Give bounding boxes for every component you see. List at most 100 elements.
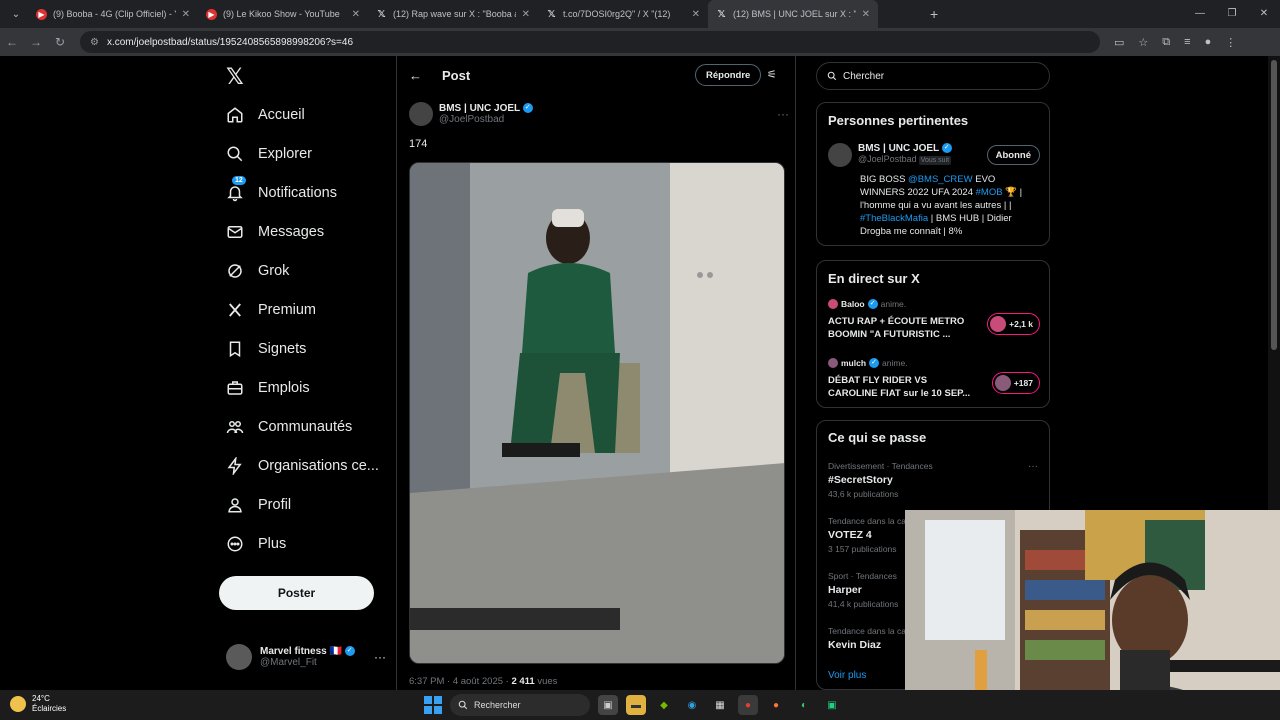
bio-link[interactable]: @BMS_CREW <box>908 174 973 185</box>
x-logo-icon[interactable]: 𝕏 <box>226 64 244 90</box>
taskbar-search[interactable]: Rechercher <box>450 694 590 716</box>
tab-search-icon[interactable]: ⌄ <box>4 4 28 24</box>
more-options-icon[interactable]: ··· <box>374 650 386 664</box>
file-explorer-icon[interactable]: ▬ <box>626 695 646 715</box>
browser-tab[interactable]: ▶ (9) Booba - 4G (Clip Officiel) - Y ✕ <box>28 0 198 28</box>
restore-icon[interactable]: ❐ <box>1216 0 1248 28</box>
nvidia-icon[interactable]: ◆ <box>654 695 674 715</box>
post-timestamp[interactable]: 6:37 PM · 4 août 2025 · <box>409 676 511 687</box>
weather-widget[interactable]: 24°C Éclaircies <box>10 694 66 714</box>
briefcase-icon <box>226 379 244 397</box>
nav-label: Explorer <box>258 146 312 162</box>
see-more-link[interactable]: Voir plus <box>828 670 866 681</box>
app-icon[interactable]: ◐ <box>794 695 814 715</box>
follows-you-badge: Vous suit <box>918 156 952 165</box>
reload-icon[interactable]: ↻ <box>48 35 72 49</box>
scrollbar-thumb[interactable] <box>1271 60 1277 350</box>
close-window-icon[interactable]: ✕ <box>1248 0 1280 28</box>
reply-button[interactable]: Répondre <box>695 64 762 86</box>
new-tab-button[interactable]: + <box>930 6 938 22</box>
x-icon: 𝕏 <box>547 8 556 20</box>
more-options-icon[interactable]: ··· <box>1028 461 1038 472</box>
nav-item-jobs[interactable]: Emplois <box>226 379 310 397</box>
browser-tab-active[interactable]: 𝕏 (12) BMS | UNC JOEL sur X : "1 ✕ <box>708 0 878 28</box>
relevant-person[interactable]: BMS | UNC JOEL ✓ @JoelPostbad Vous suit A… <box>828 143 1040 167</box>
live-listeners[interactable]: +187 <box>991 372 1040 394</box>
avatar[interactable] <box>409 102 433 126</box>
trend-item[interactable]: Divertissement · Tendances #SecretStory … <box>828 461 1040 499</box>
nav-item-more[interactable]: Plus <box>226 535 286 553</box>
author-handle[interactable]: @JoelPostbad <box>439 114 533 125</box>
chrome-icon[interactable]: ● <box>738 695 758 715</box>
close-icon[interactable]: ✕ <box>862 9 870 20</box>
grok-icon <box>226 262 244 280</box>
author-name[interactable]: BMS | UNC JOEL <box>439 103 520 114</box>
nav-item-notifications[interactable]: 12 Notifications <box>226 176 337 202</box>
search-placeholder: Chercher <box>843 70 885 82</box>
nav-item-communities[interactable]: Communautés <box>226 418 352 436</box>
back-icon[interactable]: ← <box>0 35 24 49</box>
nav-item-grok[interactable]: Grok <box>226 262 289 280</box>
cast-icon[interactable]: ▭ <box>1114 36 1124 49</box>
profile-icon[interactable]: ● <box>1205 36 1212 49</box>
search-icon <box>458 700 468 710</box>
search-input[interactable]: Chercher <box>816 62 1050 90</box>
nav-item-explore[interactable]: Explorer <box>226 145 312 163</box>
taskbar: 24°C Éclaircies Rechercher ▣ ▬ ◆ ◉ ▦ ● ● … <box>0 690 1280 720</box>
nav-label: Grok <box>258 263 290 279</box>
avatar[interactable] <box>828 143 852 167</box>
account-switcher[interactable]: Marvel fitness 🇫🇷 ✓ @Marvel_Fit ··· <box>226 644 386 670</box>
bio-link[interactable]: #MOB <box>976 187 1003 198</box>
minimize-icon[interactable]: — <box>1184 0 1216 28</box>
nav-label: Emplois <box>258 380 310 396</box>
browser-tab[interactable]: 𝕏 t.co/7DOSI0rg2Q" / X "(12) ✕ <box>538 0 708 28</box>
live-panel: En direct sur X Baloo ✓ anime. ACTU RAP + … <box>816 260 1050 408</box>
url-field[interactable]: ⚙ x.com/joelpostbad/status/1952408565898… <box>80 31 1100 53</box>
live-host-name: Baloo <box>841 299 865 309</box>
live-item[interactable]: Baloo ✓ anime. ACTU RAP + ÉCOUTE METRO BOO… <box>828 299 1040 341</box>
store-icon[interactable]: ▦ <box>710 695 730 715</box>
close-icon[interactable]: ✕ <box>522 9 530 20</box>
nav-item-bookmarks[interactable]: Signets <box>226 340 306 358</box>
live-listeners[interactable]: +2,1 k <box>987 313 1040 335</box>
close-icon[interactable]: ✕ <box>692 9 700 20</box>
nav-label: Organisations ce... <box>258 458 379 474</box>
windows-start-icon[interactable] <box>424 696 442 714</box>
bio-link[interactable]: #TheBlackMafia <box>860 213 928 224</box>
trend-category: Divertissement · Tendances <box>828 461 933 471</box>
panel-title: En direct sur X <box>828 271 920 286</box>
following-button[interactable]: Abonné <box>986 145 1040 165</box>
more-options-icon[interactable]: ··· <box>777 107 789 121</box>
post-button[interactable]: Poster <box>219 576 374 610</box>
media-icon[interactable]: ≡ <box>1184 36 1190 49</box>
site-info-icon[interactable]: ⚙ <box>90 37 99 48</box>
close-icon[interactable]: ✕ <box>352 9 360 20</box>
nav-item-profile[interactable]: Profil <box>226 496 291 514</box>
avatar <box>990 316 1007 332</box>
firefox-icon[interactable]: ● <box>766 695 786 715</box>
person-name[interactable]: BMS | UNC JOEL <box>858 143 939 154</box>
back-arrow-icon[interactable]: ← <box>409 68 422 83</box>
extensions-icon[interactable]: ⧉ <box>1162 36 1170 49</box>
game-icon[interactable]: ▣ <box>822 695 842 715</box>
task-view-icon[interactable]: ▣ <box>598 695 618 715</box>
nav-item-organizations[interactable]: Organisations ce... <box>226 457 379 475</box>
sliders-icon[interactable]: ⚟ <box>767 68 777 81</box>
post-text: 174 <box>409 138 428 150</box>
nav-item-messages[interactable]: Messages <box>226 223 324 241</box>
notification-badge: 12 <box>232 176 246 185</box>
views-label: vues <box>534 676 558 687</box>
post-author: BMS | UNC JOEL ✓ @JoelPostbad ··· <box>409 102 789 126</box>
close-icon[interactable]: ✕ <box>182 9 190 20</box>
forward-icon[interactable]: → <box>24 35 48 49</box>
nav-item-premium[interactable]: Premium <box>226 301 316 319</box>
browser-tab[interactable]: 𝕏 (12) Rap wave sur X : "Booba a ✕ <box>368 0 538 28</box>
live-item[interactable]: mulch ✓ anime. DÉBAT FLY RIDER VS CAROLINE… <box>828 358 1040 400</box>
menu-icon[interactable]: ⋮ <box>1225 36 1236 49</box>
star-icon[interactable]: ☆ <box>1138 36 1148 49</box>
post-image[interactable] <box>409 162 785 664</box>
nav-item-home[interactable]: Accueil <box>226 106 305 124</box>
nav-label: Profil <box>258 497 292 513</box>
browser-tab[interactable]: ▶ (9) Le Kikoo Show - YouTube ✕ <box>198 0 368 28</box>
edge-icon[interactable]: ◉ <box>682 695 702 715</box>
